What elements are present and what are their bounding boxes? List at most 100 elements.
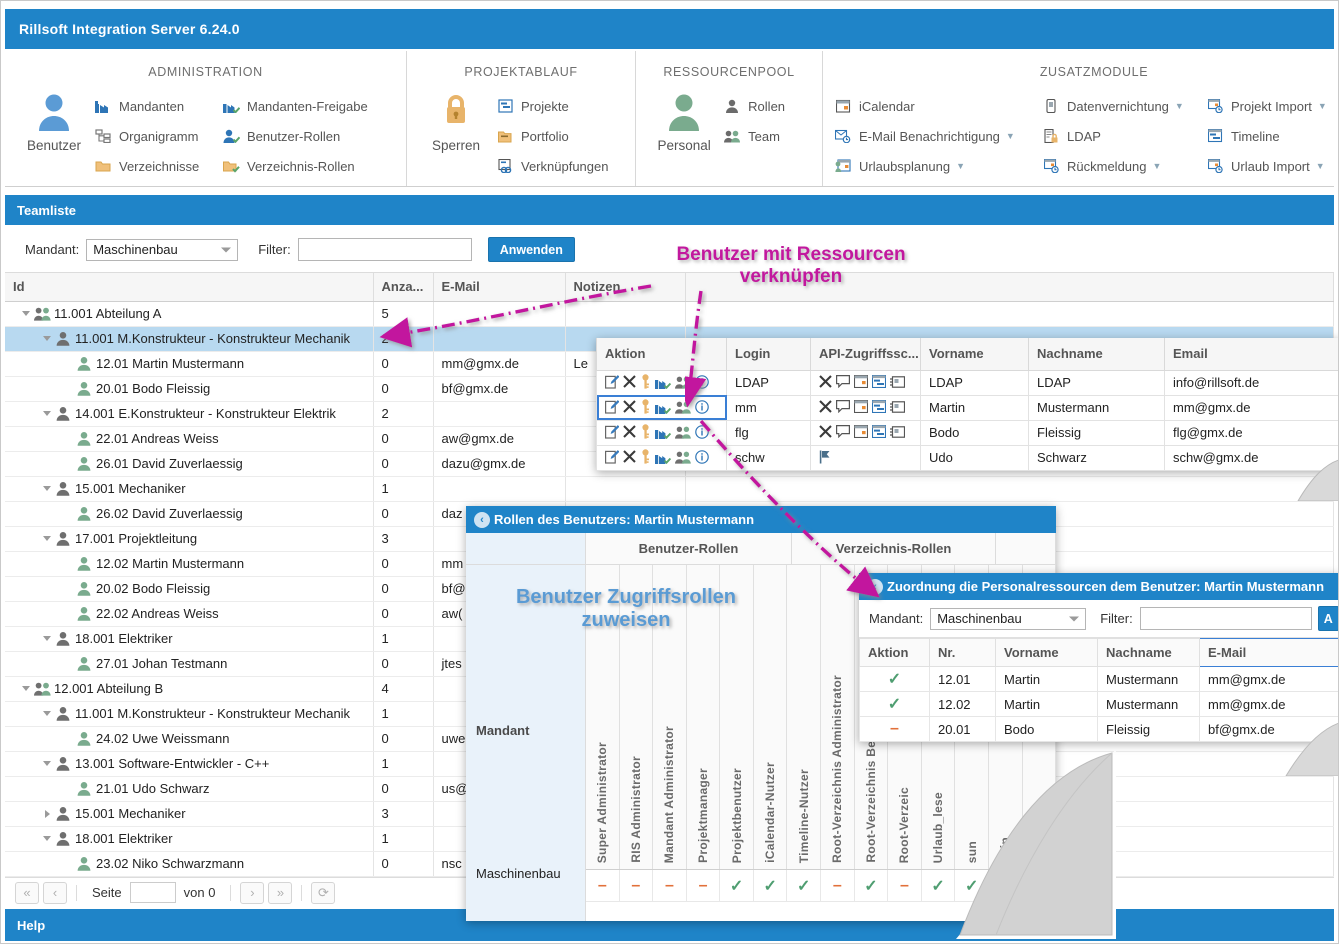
column-header-vorname[interactable]: Vorname <box>995 638 1098 667</box>
role-value-cell[interactable]: – <box>620 870 654 901</box>
column-header-extra[interactable] <box>685 273 1334 302</box>
info-icon[interactable] <box>695 424 709 441</box>
chevron-down-icon[interactable]: ▼ <box>956 161 965 171</box>
edit-icon[interactable] <box>605 449 620 466</box>
roles-icon[interactable] <box>655 375 672 391</box>
timeline-icon[interactable] <box>871 374 887 390</box>
delete-icon[interactable] <box>623 400 636 415</box>
role-column-header[interactable]: Projektmanager <box>686 565 721 869</box>
comment-icon[interactable] <box>836 375 850 390</box>
role-column-header[interactable]: iCalendar-Nutzer <box>753 565 788 869</box>
ribbon-item-projekt-import[interactable]: Projekt Import ▼ <box>1205 91 1338 121</box>
key-icon[interactable] <box>640 424 651 441</box>
ribbon-item-projekte[interactable]: Projekte <box>495 91 625 121</box>
ribbon-item-mandanten[interactable]: Mandanten <box>93 91 221 121</box>
chevron-down-icon[interactable]: ▼ <box>1175 101 1184 111</box>
refresh-button[interactable]: ⟳ <box>311 881 336 904</box>
prev-page-button[interactable]: ‹ <box>43 881 67 904</box>
ribbon-button-benutzer[interactable]: Benutzer <box>15 85 93 153</box>
ribbon-item-icalendar[interactable]: iCalendar <box>833 91 1041 121</box>
back-icon[interactable]: ‹ <box>867 578 883 595</box>
ribbon-item-verknuepfungen[interactable]: Verknüpfungen <box>495 151 625 181</box>
role-value-cell[interactable]: – <box>821 870 855 901</box>
cell-aktion[interactable]: ✓ <box>859 691 930 717</box>
calendar-icon[interactable] <box>853 399 869 415</box>
x-icon[interactable] <box>819 375 832 390</box>
role-value-cell[interactable]: – <box>653 870 687 901</box>
role-value-cell[interactable]: – <box>888 870 922 901</box>
timeline-icon[interactable] <box>871 424 887 440</box>
column-header-notizen[interactable]: Notizen <box>565 273 686 302</box>
cell-aktion[interactable]: – <box>859 716 930 742</box>
roles-icon[interactable] <box>655 450 672 466</box>
calendar-icon[interactable] <box>853 374 869 390</box>
table-row[interactable]: 15.001 Mechaniker 1 <box>5 476 1334 502</box>
last-page-button[interactable]: » <box>268 881 293 904</box>
ribbon-item-urlaub-import[interactable]: Urlaub Import ▼ <box>1205 151 1338 181</box>
filter-input[interactable] <box>297 238 472 261</box>
column-header-email[interactable]: E-Mail <box>433 273 566 302</box>
first-page-button[interactable]: « <box>15 881 39 904</box>
ribbon-button-personal[interactable]: Personal <box>646 85 722 153</box>
role-value-cell[interactable]: ✓ <box>955 870 989 901</box>
personal-mandant-select[interactable]: Maschinenbau <box>930 607 1087 630</box>
back-icon[interactable]: ‹ <box>474 511 490 528</box>
card-icon[interactable] <box>890 425 906 440</box>
ribbon-item-benutzer-rollen[interactable]: Benutzer-Rollen <box>221 121 396 151</box>
ribbon-item-organigramm[interactable]: Organigramm <box>93 121 221 151</box>
role-value-cell[interactable]: ✓ <box>922 870 956 901</box>
column-header-aktion[interactable]: Aktion <box>859 638 930 667</box>
table-row[interactable]: 11.001 Abteilung A 5 <box>5 301 1334 327</box>
ribbon-item-email-benachrichtigung[interactable]: E-Mail Benachrichtigung ▼ <box>833 121 1041 151</box>
column-header-vorname[interactable]: Vorname <box>920 338 1029 371</box>
personal-table-row[interactable]: ✓ 12.01 Martin Mustermann mm@gmx.de <box>859 666 1338 692</box>
user-table-row[interactable]: flg Bodo Fleissig flg@gmx.de <box>596 419 1338 446</box>
role-column-header[interactable]: Timeline-Nutzer <box>787 565 822 869</box>
ribbon-item-ldap[interactable]: LDAP <box>1041 121 1205 151</box>
column-header-nr[interactable]: Nr. <box>929 638 996 667</box>
role-column-header[interactable]: Super Administrator <box>586 565 620 869</box>
resources-icon[interactable] <box>675 400 691 416</box>
info-icon[interactable] <box>695 374 709 391</box>
twisty-collapsed-icon[interactable] <box>40 807 54 821</box>
twisty-expanded-icon[interactable] <box>19 307 33 321</box>
role-column-header[interactable]: Projektbenutzer <box>720 565 754 869</box>
key-icon[interactable] <box>640 374 651 391</box>
edit-icon[interactable] <box>605 424 620 441</box>
role-column-header[interactable]: RIS Administrator <box>619 565 654 869</box>
ribbon-item-rueckmeldung[interactable]: Rückmeldung ▼ <box>1041 151 1205 181</box>
key-icon[interactable] <box>640 449 651 466</box>
flag-icon[interactable] <box>819 450 832 466</box>
role-column-header[interactable]: Mandant Administrator <box>653 565 687 869</box>
edit-icon[interactable] <box>605 399 620 416</box>
column-header-anzahl[interactable]: Anza... <box>373 273 434 302</box>
role-value-cell[interactable] <box>989 870 1023 901</box>
role-value-cell[interactable]: – <box>586 870 620 901</box>
personal-table-row[interactable]: ✓ 12.02 Martin Mustermann mm@gmx.de <box>859 691 1338 717</box>
role-value-cell[interactable]: ✓ <box>754 870 788 901</box>
role-value-cell[interactable] <box>1023 870 1056 901</box>
apply-button[interactable]: Anwenden <box>487 237 575 262</box>
card-icon[interactable] <box>890 400 906 415</box>
x-icon[interactable] <box>819 400 832 415</box>
column-header-email[interactable]: E-Mail <box>1199 638 1338 667</box>
calendar-icon[interactable] <box>853 424 869 440</box>
page-number-input[interactable] <box>129 882 176 903</box>
personal-table-row[interactable]: – 20.01 Bodo Fleissig bf@gmx.de <box>859 716 1338 742</box>
roles-icon[interactable] <box>655 425 672 441</box>
user-table-row[interactable]: schw Udo Schwarz schw@gmx.de <box>596 444 1338 471</box>
delete-icon[interactable] <box>623 450 636 465</box>
ribbon-item-team[interactable]: Team <box>722 121 812 151</box>
twisty-expanded-icon[interactable] <box>40 832 54 846</box>
ribbon-item-verzeichnis-rollen[interactable]: Verzeichnis-Rollen <box>221 151 396 181</box>
column-header-nachname[interactable]: Nachname <box>1028 338 1165 371</box>
mandant-select[interactable]: Maschinenbau <box>86 238 239 261</box>
column-header-api[interactable]: API-Zugriffssc... <box>810 338 921 371</box>
resources-icon[interactable] <box>675 425 691 441</box>
role-value-cell[interactable]: ✓ <box>855 870 889 901</box>
personal-apply-button[interactable]: A <box>1317 606 1338 631</box>
chevron-down-icon[interactable]: ▼ <box>1318 101 1327 111</box>
card-icon[interactable] <box>890 375 906 390</box>
ribbon-button-sperren[interactable]: Sperren <box>417 85 495 153</box>
personal-filter-input[interactable] <box>1139 607 1312 630</box>
